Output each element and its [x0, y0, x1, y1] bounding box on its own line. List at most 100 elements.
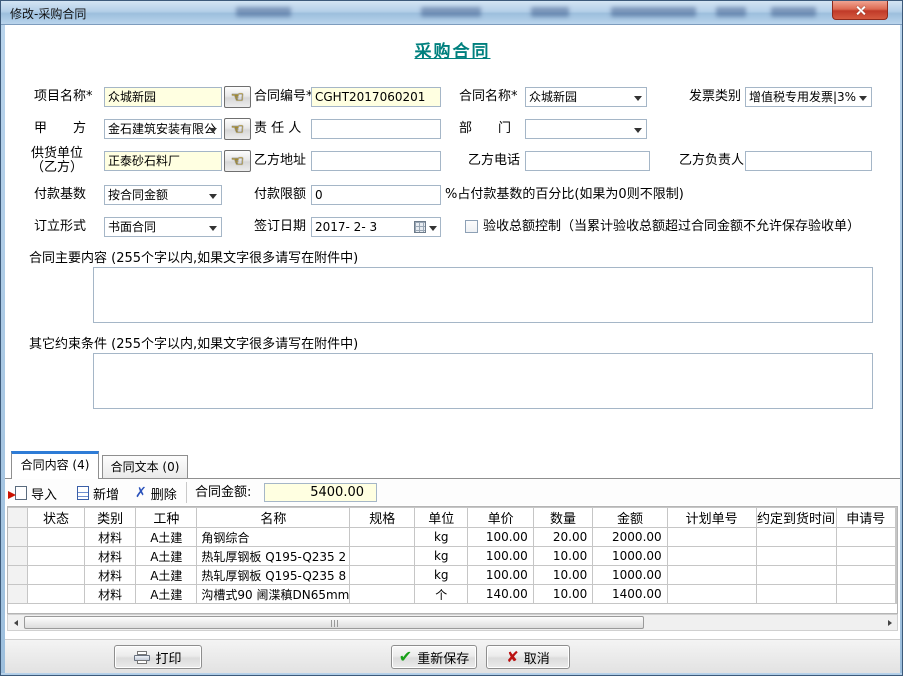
table-cell[interactable]: [756, 547, 836, 566]
party-b-address-input[interactable]: [311, 151, 441, 171]
scroll-right-arrow[interactable]: [882, 615, 897, 630]
table-cell[interactable]: 1000.00: [593, 547, 667, 566]
table-cell[interactable]: [350, 528, 415, 547]
table-cell[interactable]: [667, 547, 756, 566]
table-cell[interactable]: 材料: [85, 547, 136, 566]
table-cell[interactable]: kg: [415, 566, 468, 585]
print-button[interactable]: 打印: [114, 645, 202, 669]
party-b-manager-input[interactable]: [745, 151, 872, 171]
table-cell[interactable]: 10.00: [533, 547, 592, 566]
table-cell[interactable]: kg: [415, 547, 468, 566]
responsible-input[interactable]: [311, 119, 441, 139]
table-cell[interactable]: 20.00: [533, 528, 592, 547]
pay-base-select[interactable]: 按合同金额: [104, 185, 222, 205]
table-cell[interactable]: 100.00: [468, 566, 533, 585]
column-header[interactable]: 类别: [85, 508, 136, 528]
table-row[interactable]: 材料A土建角钢综合 kg100.0020.002000.00: [8, 528, 897, 547]
form-type-select[interactable]: 书面合同: [104, 217, 222, 237]
column-header[interactable]: 单价: [468, 508, 533, 528]
row-indicator[interactable]: [8, 585, 27, 604]
table-cell[interactable]: 角钢综合: [197, 528, 350, 547]
tab-contract-text[interactable]: 合同文本 (0): [102, 455, 188, 479]
contract-amount-field[interactable]: 5400.00: [264, 483, 377, 502]
column-header[interactable]: 单位: [415, 508, 468, 528]
table-cell[interactable]: [667, 585, 756, 604]
scrollbar-thumb[interactable]: [24, 616, 644, 629]
table-row[interactable]: 材料A土建热轧厚钢板 Q195-Q235 8 kg100.0010.001000.…: [8, 566, 897, 585]
close-button[interactable]: [832, 1, 888, 20]
table-row[interactable]: 材料A土建沟槽式90 阃渫稹DN65mm个140.0010.001400.00: [8, 585, 897, 604]
table-cell[interactable]: [27, 547, 84, 566]
table-cell[interactable]: [350, 547, 415, 566]
party-b-phone-input[interactable]: [525, 151, 650, 171]
pay-limit-input[interactable]: 0: [311, 185, 441, 205]
add-row-button[interactable]: 新增: [77, 483, 119, 503]
column-header[interactable]: 约定到货时间: [756, 508, 836, 528]
table-row[interactable]: 材料A土建热轧厚钢板 Q195-Q235 2 kg100.0010.001000.…: [8, 547, 897, 566]
table-cell[interactable]: [667, 566, 756, 585]
row-indicator[interactable]: [8, 566, 27, 585]
table-cell[interactable]: [836, 528, 895, 547]
table-cell[interactable]: 100.00: [468, 528, 533, 547]
table-cell[interactable]: 100.00: [468, 547, 533, 566]
grid-horizontal-scrollbar[interactable]: [7, 614, 898, 631]
table-cell[interactable]: A土建: [136, 547, 197, 566]
title-bar[interactable]: 修改-采购合同: [1, 1, 903, 25]
row-indicator[interactable]: [8, 528, 27, 547]
table-cell[interactable]: 10.00: [533, 585, 592, 604]
table-cell[interactable]: [756, 585, 836, 604]
column-header[interactable]: 数量: [533, 508, 592, 528]
table-cell[interactable]: [350, 566, 415, 585]
table-cell[interactable]: A土建: [136, 528, 197, 547]
department-select[interactable]: [525, 119, 647, 139]
table-cell[interactable]: [836, 566, 895, 585]
column-header[interactable]: 金额: [593, 508, 667, 528]
column-header[interactable]: 工种: [136, 508, 197, 528]
table-cell[interactable]: kg: [415, 528, 468, 547]
table-cell[interactable]: [756, 528, 836, 547]
table-cell[interactable]: [756, 566, 836, 585]
table-cell[interactable]: [27, 585, 84, 604]
main-content-textarea[interactable]: [93, 267, 873, 323]
column-header[interactable]: 名称: [197, 508, 350, 528]
project-name-input[interactable]: 众城新园: [104, 87, 222, 107]
column-header[interactable]: 规格: [350, 508, 415, 528]
table-cell[interactable]: [27, 566, 84, 585]
table-cell[interactable]: 140.00: [468, 585, 533, 604]
table-cell[interactable]: 材料: [85, 585, 136, 604]
delete-row-button[interactable]: ✗ 删除: [135, 483, 177, 503]
contract-no-input[interactable]: CGHT2017060201: [311, 87, 441, 107]
table-cell[interactable]: 沟槽式90 阃渫稹DN65mm: [197, 585, 350, 604]
other-terms-textarea[interactable]: [93, 353, 873, 409]
table-cell[interactable]: 10.00: [533, 566, 592, 585]
accept-total-control-checkbox[interactable]: [465, 220, 478, 233]
sign-date-picker[interactable]: 2017- 2- 3: [311, 217, 441, 237]
import-button[interactable]: 导入: [15, 483, 57, 503]
table-cell[interactable]: 热轧厚钢板 Q195-Q235 2: [197, 547, 350, 566]
table-cell[interactable]: 1000.00: [593, 566, 667, 585]
scroll-left-arrow[interactable]: [8, 615, 23, 630]
row-indicator[interactable]: [8, 547, 27, 566]
table-cell[interactable]: [836, 547, 895, 566]
save-button[interactable]: ✔ 重新保存: [391, 645, 477, 669]
contract-name-select[interactable]: 众城新园: [525, 87, 647, 107]
invoice-type-select[interactable]: 增值税专用发票|3%: [745, 87, 872, 107]
table-cell[interactable]: 热轧厚钢板 Q195-Q235 8: [197, 566, 350, 585]
table-cell[interactable]: [350, 585, 415, 604]
table-cell[interactable]: 1400.00: [593, 585, 667, 604]
table-cell[interactable]: A土建: [136, 566, 197, 585]
party-a-picker-button[interactable]: ☜: [224, 118, 251, 140]
cancel-button[interactable]: ✘ 取消: [486, 645, 570, 669]
table-cell[interactable]: [836, 585, 895, 604]
table-cell[interactable]: 材料: [85, 566, 136, 585]
project-picker-button[interactable]: ☜: [224, 86, 251, 108]
party-a-select[interactable]: 金石建筑安装有限公: [104, 119, 222, 139]
table-cell[interactable]: 材料: [85, 528, 136, 547]
column-header[interactable]: 计划单号: [667, 508, 756, 528]
table-cell[interactable]: [667, 528, 756, 547]
column-header[interactable]: 状态: [27, 508, 84, 528]
table-cell[interactable]: [27, 528, 84, 547]
table-cell[interactable]: 2000.00: [593, 528, 667, 547]
supplier-picker-button[interactable]: ☜: [224, 150, 251, 172]
tab-contract-items[interactable]: 合同内容 (4): [11, 451, 99, 479]
